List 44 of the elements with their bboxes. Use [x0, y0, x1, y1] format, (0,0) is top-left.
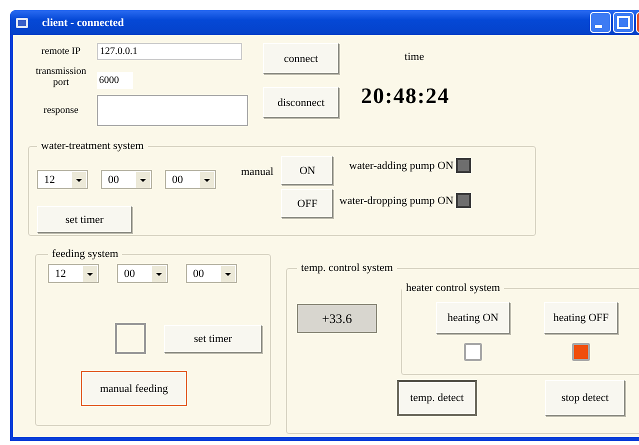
- dropdown-value: 00: [193, 268, 204, 280]
- dropdown-value: 12: [55, 268, 66, 280]
- pump-label: water-adding pump ON: [349, 160, 454, 172]
- temperature-display: +33.6: [297, 304, 377, 333]
- app-icon[interactable]: [16, 18, 28, 28]
- window-title: client - connected: [42, 16, 125, 28]
- dropdown[interactable]: 00: [186, 264, 237, 283]
- dropdown-value: 12: [44, 174, 55, 186]
- group-title: feeding system: [51, 248, 120, 260]
- on-button[interactable]: ON: [281, 156, 334, 185]
- set-timer-button[interactable]: set timer: [164, 324, 262, 352]
- dropdown[interactable]: 00: [165, 170, 216, 189]
- dropdown-value: 00: [124, 268, 135, 280]
- dropdown[interactable]: 12: [48, 264, 99, 283]
- field-label: transmission port: [34, 66, 88, 88]
- maximize-icon[interactable]: [613, 12, 634, 33]
- time-label: time: [404, 51, 424, 63]
- temp-detect-button[interactable]: temp. detect: [397, 380, 477, 416]
- dropdown[interactable]: 12: [37, 170, 88, 189]
- group-title: water-treatment system: [40, 140, 145, 152]
- field-label: response: [44, 104, 78, 116]
- field-label: remote IP: [41, 46, 81, 57]
- dropdown[interactable]: 00: [101, 170, 152, 189]
- input-field[interactable]: [97, 94, 248, 126]
- minimize-icon[interactable]: [590, 12, 611, 33]
- dropdown[interactable]: 00: [117, 264, 168, 283]
- input-field[interactable]: 6000: [97, 72, 133, 88]
- heating-on-button[interactable]: heating ON: [436, 302, 510, 334]
- set-timer-button[interactable]: set timer: [37, 206, 132, 233]
- group-title: temp. control system: [300, 262, 394, 274]
- heating-off-button[interactable]: heating OFF: [544, 302, 618, 334]
- manual-feeding-button[interactable]: manual feeding: [81, 371, 187, 406]
- manual-label: manual: [241, 166, 274, 180]
- dropdown-value: 00: [172, 174, 183, 186]
- status-box: [115, 323, 146, 354]
- clock-display: 20:48:24: [361, 83, 450, 109]
- off-button[interactable]: OFF: [281, 189, 334, 218]
- input-field[interactable]: 127.0.0.1: [97, 43, 242, 60]
- disconnect-button[interactable]: disconnect: [263, 87, 339, 118]
- pump-label: water-dropping pump ON: [339, 194, 454, 206]
- group-title: heater control system: [405, 282, 502, 294]
- dropdown-value: 00: [108, 174, 119, 186]
- connect-button[interactable]: connect: [263, 43, 339, 74]
- stop-detect-button[interactable]: stop detect: [545, 380, 625, 416]
